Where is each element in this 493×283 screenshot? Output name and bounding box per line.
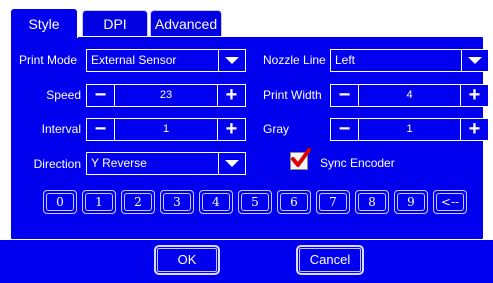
print-mode-label: Print Mode bbox=[19, 53, 78, 67]
chevron-down-icon[interactable] bbox=[218, 153, 245, 174]
speed-decrement-button[interactable]: − bbox=[87, 84, 115, 106]
speed-stepper[interactable]: − 23 + bbox=[86, 84, 246, 107]
gray-decrement-button[interactable]: − bbox=[331, 118, 359, 140]
print-width-decrement-button[interactable]: − bbox=[331, 84, 359, 106]
tab-advanced[interactable]: Advanced bbox=[150, 10, 222, 36]
print-width-increment-button[interactable]: + bbox=[460, 84, 488, 106]
nozzle-line-dropdown[interactable]: Left bbox=[330, 49, 489, 72]
interval-label: Interval bbox=[41, 122, 81, 136]
sync-encoder-label: Sync Encoder bbox=[320, 156, 395, 170]
sync-encoder-checkbox[interactable] bbox=[290, 148, 311, 170]
keypad-key-8[interactable]: 8 bbox=[355, 190, 389, 214]
gray-stepper[interactable]: − 1 + bbox=[330, 118, 489, 141]
keypad-key-3[interactable]: 3 bbox=[160, 190, 194, 214]
print-width-label: Print Width bbox=[263, 88, 322, 102]
tab-dpi[interactable]: DPI bbox=[82, 10, 148, 36]
gray-value[interactable]: 1 bbox=[359, 119, 460, 140]
tab-style[interactable]: Style bbox=[10, 8, 78, 38]
button-bar bbox=[0, 240, 493, 283]
print-width-value[interactable]: 4 bbox=[359, 85, 460, 106]
interval-stepper[interactable]: − 1 + bbox=[86, 118, 246, 141]
keypad-key-1[interactable]: 1 bbox=[82, 190, 116, 214]
direction-label: Direction bbox=[33, 157, 81, 171]
keypad-key-9[interactable]: 9 bbox=[394, 190, 428, 214]
interval-decrement-button[interactable]: − bbox=[87, 118, 115, 140]
print-width-stepper[interactable]: − 4 + bbox=[330, 84, 489, 107]
nozzle-line-value: Left bbox=[335, 53, 356, 67]
keypad-backspace-key[interactable]: <-- bbox=[433, 190, 467, 214]
direction-value: Y Reverse bbox=[91, 156, 147, 170]
print-mode-value: External Sensor bbox=[91, 53, 177, 67]
cancel-button[interactable]: Cancel bbox=[296, 245, 364, 275]
keypad-key-2[interactable]: 2 bbox=[121, 190, 155, 214]
print-mode-dropdown[interactable]: External Sensor bbox=[86, 49, 246, 72]
gray-label: Gray bbox=[263, 122, 290, 136]
gray-increment-button[interactable]: + bbox=[460, 118, 488, 140]
ok-button[interactable]: OK bbox=[154, 245, 220, 275]
speed-increment-button[interactable]: + bbox=[217, 84, 245, 106]
interval-value[interactable]: 1 bbox=[115, 119, 217, 140]
keypad-key-4[interactable]: 4 bbox=[199, 190, 233, 214]
interval-increment-button[interactable]: + bbox=[217, 118, 245, 140]
speed-label: Speed bbox=[46, 88, 81, 102]
keypad-key-7[interactable]: 7 bbox=[316, 190, 350, 214]
chevron-down-icon[interactable] bbox=[218, 50, 245, 71]
direction-dropdown[interactable]: Y Reverse bbox=[86, 152, 246, 175]
nozzle-line-label: Nozzle Line bbox=[263, 53, 326, 67]
chevron-down-icon[interactable] bbox=[461, 50, 488, 71]
speed-value[interactable]: 23 bbox=[115, 85, 217, 106]
keypad-key-0[interactable]: 0 bbox=[43, 190, 77, 214]
keypad-key-5[interactable]: 5 bbox=[238, 190, 272, 214]
keypad-key-6[interactable]: 6 bbox=[277, 190, 311, 214]
checkmark-icon bbox=[291, 148, 311, 167]
